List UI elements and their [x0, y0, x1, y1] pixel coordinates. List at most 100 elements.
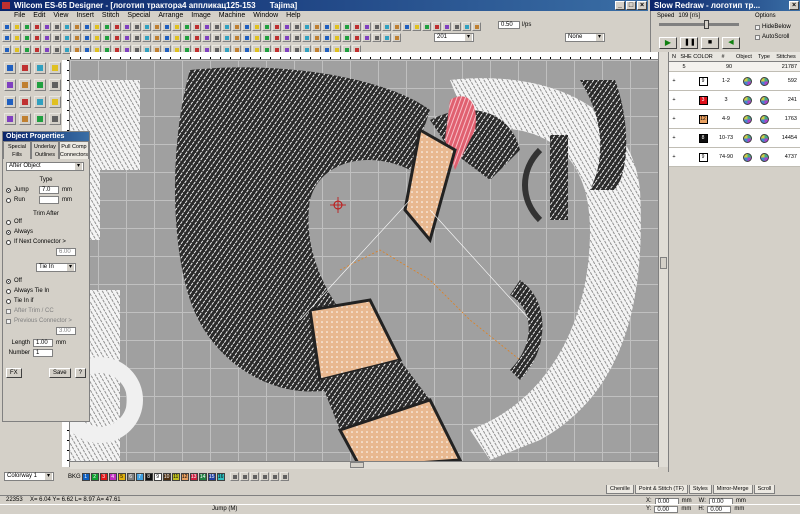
view-tool-2-icon[interactable]: [12, 44, 21, 54]
standard-tool-10-icon[interactable]: [92, 21, 101, 31]
docker-tab-mirror-merge[interactable]: Mirror-Merge: [712, 485, 753, 494]
run-length-field[interactable]: [39, 196, 59, 204]
vertical-scroll-thumb[interactable]: [660, 257, 667, 269]
standard-tool-14-icon[interactable]: [132, 21, 141, 31]
standard-tool-36-icon[interactable]: [352, 21, 361, 31]
thread-swatch[interactable]: 5: [117, 472, 126, 481]
view-tool-3-icon[interactable]: [22, 44, 31, 54]
digitize-tool-7-icon[interactable]: [34, 79, 46, 91]
digitize-tool-13-icon[interactable]: [4, 113, 16, 125]
menu-item-insert[interactable]: Insert: [76, 11, 94, 20]
thread-swatch[interactable]: 12: [180, 472, 189, 481]
length-field[interactable]: 1.00: [33, 339, 53, 347]
thread-swatch[interactable]: 4: [108, 472, 117, 481]
stitch-tool-18-icon[interactable]: [172, 32, 181, 42]
h-field[interactable]: 0.00: [707, 506, 732, 513]
stitch-tool-30-icon[interactable]: [292, 32, 301, 42]
play-button[interactable]: ▶: [659, 37, 677, 49]
background-button[interactable]: BKG: [68, 474, 81, 480]
thread-swatch[interactable]: 14: [198, 472, 207, 481]
tie-always-radio[interactable]: [6, 288, 11, 294]
stitch-tool-33-icon[interactable]: [322, 32, 331, 42]
menu-item-special[interactable]: Special: [127, 11, 150, 20]
standard-tool-48-icon[interactable]: [472, 21, 481, 31]
stitch-tool-4-icon[interactable]: [32, 32, 41, 42]
digitize-tool-1-icon[interactable]: [4, 62, 16, 74]
thread-color-swatch[interactable]: 8: [698, 133, 708, 143]
speed-slider[interactable]: [659, 20, 739, 29]
view-tool-5-icon[interactable]: [42, 44, 51, 54]
maximize-icon[interactable]: □: [626, 1, 636, 10]
view-tool-6-icon[interactable]: [52, 44, 61, 54]
standard-tool-37-icon[interactable]: [362, 21, 371, 31]
zoom-field[interactable]: 0.50: [498, 21, 520, 29]
standard-tool-18-icon[interactable]: [172, 21, 181, 31]
tie-in-select[interactable]: Tie In: [36, 263, 76, 272]
y-field[interactable]: 0.00: [654, 506, 679, 513]
menu-item-stitch[interactable]: Stitch: [102, 11, 120, 20]
stitch-tool-14-icon[interactable]: [132, 32, 141, 42]
tie-off-radio[interactable]: [6, 278, 11, 284]
standard-tool-31-icon[interactable]: [302, 21, 311, 31]
thread-swatch[interactable]: 11: [171, 472, 180, 481]
canvas-vertical-scrollbar[interactable]: [658, 52, 668, 467]
stitch-counter-select[interactable]: 201: [434, 33, 474, 42]
after-trim-checkbox[interactable]: [6, 308, 11, 314]
color-tool-6-icon[interactable]: [279, 472, 289, 481]
auto-scroll-checkbox[interactable]: [755, 34, 760, 40]
color-filter-select[interactable]: None: [565, 33, 605, 42]
stitch-tool-35-icon[interactable]: [342, 32, 351, 42]
thread-swatch[interactable]: 10: [162, 472, 171, 481]
thread-color-swatch[interactable]: 9: [698, 152, 708, 162]
colorway-select[interactable]: Colorway 1: [4, 472, 54, 481]
menu-item-image[interactable]: Image: [191, 11, 210, 20]
pause-button[interactable]: ❚❚: [680, 37, 698, 49]
stitch-tool-38-icon[interactable]: [372, 32, 381, 42]
stitch-tool-11-icon[interactable]: [102, 32, 111, 42]
standard-tool-29-icon[interactable]: [282, 21, 291, 31]
object-list-row[interactable]: +8 10-73 14454: [669, 129, 800, 148]
thread-swatch[interactable]: 1: [81, 472, 90, 481]
standard-tool-41-icon[interactable]: [402, 21, 411, 31]
docker-tab-chenille[interactable]: Chenille: [606, 485, 634, 494]
trim-distance-field[interactable]: 6.00: [56, 248, 76, 256]
stitch-tool-16-icon[interactable]: [152, 32, 161, 42]
standard-tool-34-icon[interactable]: [332, 21, 341, 31]
digitize-tool-4-icon[interactable]: [49, 62, 61, 74]
close-icon[interactable]: ×: [637, 1, 647, 10]
color-tool-1-icon[interactable]: [229, 472, 239, 481]
digitize-tool-12-icon[interactable]: [49, 96, 61, 108]
trim-off-radio[interactable]: [6, 219, 11, 225]
object-list-row[interactable]: +9 74-90 4737: [669, 148, 800, 167]
thread-swatch[interactable]: 2: [90, 472, 99, 481]
stitch-tool-36-icon[interactable]: [352, 32, 361, 42]
object-list-row[interactable]: +3 3 241: [669, 91, 800, 110]
standard-tool-40-icon[interactable]: [392, 21, 401, 31]
color-tool-3-icon[interactable]: [249, 472, 259, 481]
menu-item-machine[interactable]: Machine: [219, 11, 245, 20]
design-canvas[interactable]: [70, 60, 658, 467]
stitch-tool-17-icon[interactable]: [162, 32, 171, 42]
standard-tool-19-icon[interactable]: [182, 21, 191, 31]
stitch-tool-13-icon[interactable]: [122, 32, 131, 42]
horizontal-scroll-thumb[interactable]: [350, 462, 364, 468]
thread-swatch[interactable]: 6: [126, 472, 135, 481]
standard-tool-7-icon[interactable]: [62, 21, 71, 31]
stitch-tool-23-icon[interactable]: [222, 32, 231, 42]
stitch-tool-3-icon[interactable]: [22, 32, 31, 42]
standard-tool-5-icon[interactable]: [42, 21, 51, 31]
stitch-tool-6-icon[interactable]: [52, 32, 61, 42]
stitch-tool-27-icon[interactable]: [262, 32, 271, 42]
docker-tab-point-stitch-tf-[interactable]: Point & Stitch (TF): [634, 485, 688, 494]
expand-icon[interactable]: +: [669, 97, 679, 103]
standard-tool-28-icon[interactable]: [272, 21, 281, 31]
help-button[interactable]: ?: [74, 368, 86, 378]
digitize-tool-3-icon[interactable]: [34, 62, 46, 74]
standard-tool-17-icon[interactable]: [162, 21, 171, 31]
thread-swatch[interactable]: 13: [189, 472, 198, 481]
standard-tool-44-icon[interactable]: [432, 21, 441, 31]
stitch-tool-21-icon[interactable]: [202, 32, 211, 42]
standard-tool-43-icon[interactable]: [422, 21, 431, 31]
docker-tab-scroll[interactable]: Scroll: [753, 485, 776, 494]
tab-special-fills[interactable]: Special Fills: [3, 141, 31, 159]
